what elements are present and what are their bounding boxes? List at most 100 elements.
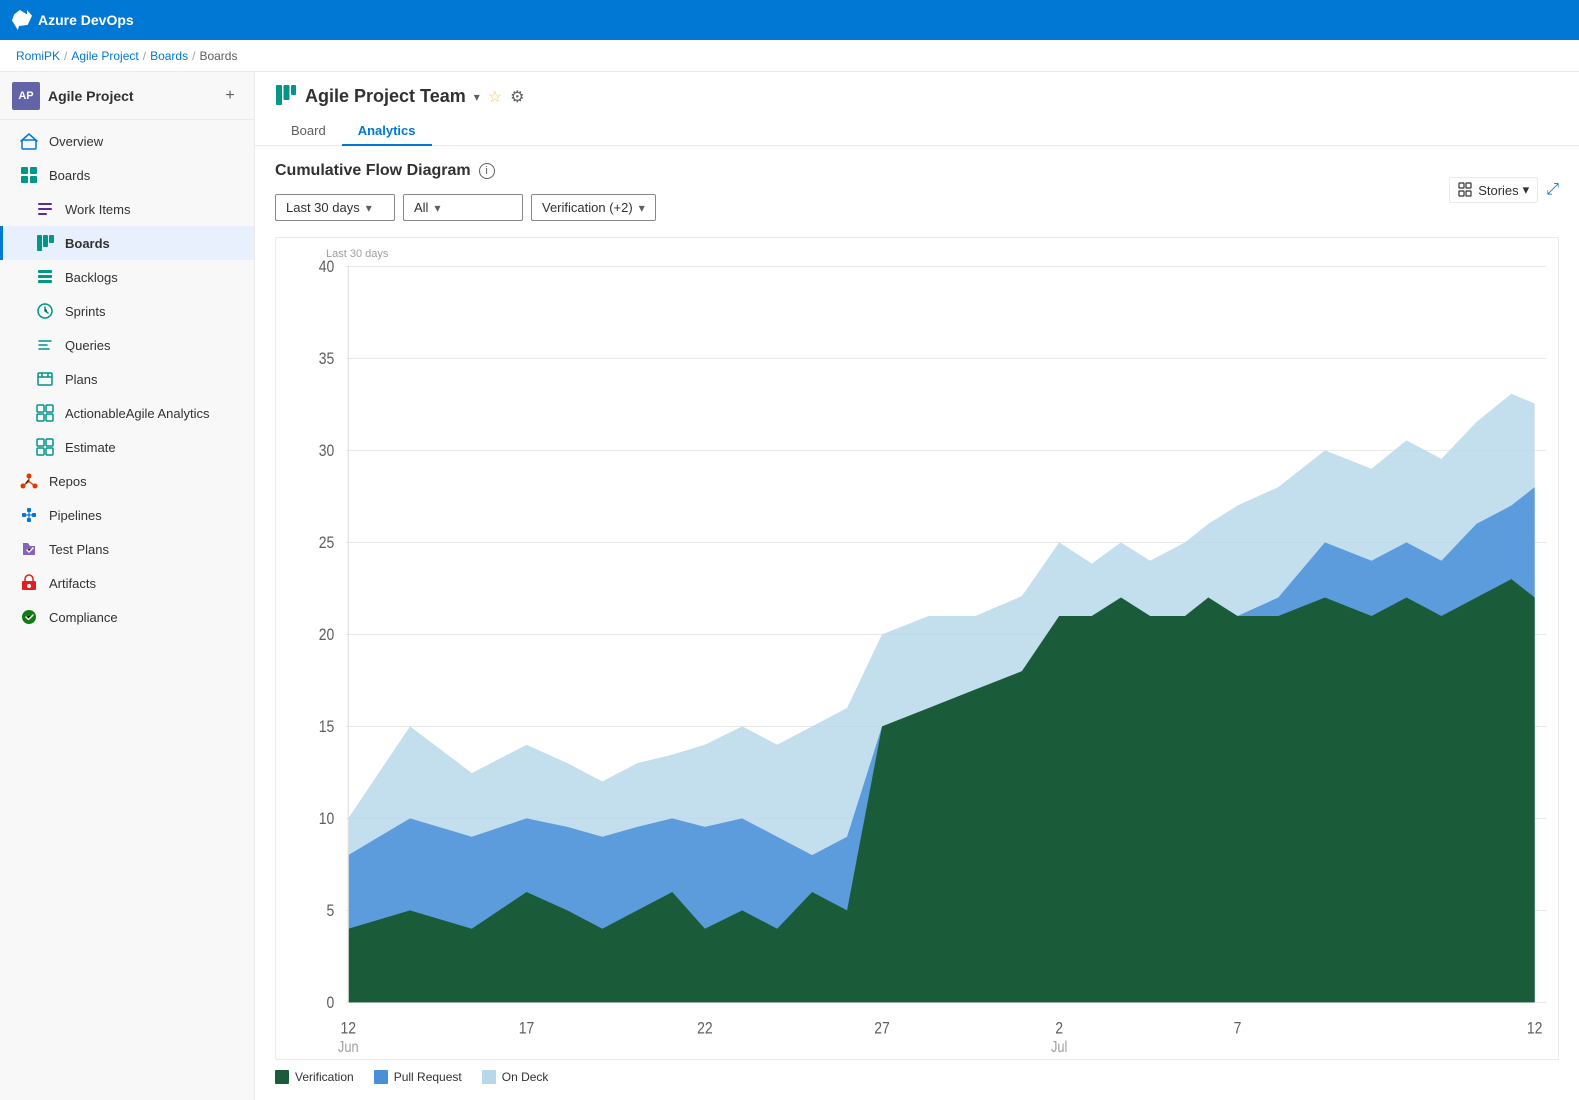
legend-pull-request: Pull Request	[374, 1070, 462, 1084]
project-name: Agile Project	[48, 88, 210, 104]
svg-text:12: 12	[340, 1019, 356, 1038]
content-area: Agile Project Team ▾ ☆ ⚙ Board Analytics…	[255, 72, 1579, 1100]
sidebar-item-queries[interactable]: Queries	[0, 328, 254, 362]
app-title: Azure DevOps	[38, 12, 134, 28]
queries-icon	[35, 335, 55, 355]
on-deck-color-swatch	[482, 1070, 496, 1084]
actionable-icon	[35, 403, 55, 423]
breadcrumb-boards[interactable]: Boards	[150, 49, 188, 63]
pipelines-icon	[19, 505, 39, 525]
top-bar: Azure DevOps	[0, 0, 1579, 40]
work-items-icon	[35, 199, 55, 219]
page-header: Agile Project Team ▾ ☆ ⚙ Board Analytics	[255, 72, 1579, 146]
svg-text:40: 40	[319, 258, 335, 277]
sidebar-label-artifacts: Artifacts	[49, 576, 96, 591]
svg-text:15: 15	[319, 718, 335, 737]
sidebar-label-work-items: Work Items	[65, 202, 131, 217]
main-layout: AP Agile Project + Overview Boards	[0, 72, 1579, 1100]
title-chevron-icon[interactable]: ▾	[474, 90, 480, 104]
repos-icon	[19, 471, 39, 491]
tab-analytics[interactable]: Analytics	[342, 117, 432, 146]
sidebar-label-sprints: Sprints	[65, 304, 105, 319]
sidebar-item-testplans[interactable]: Test Plans	[0, 532, 254, 566]
svg-text:25: 25	[319, 534, 335, 553]
chart-area: Cumulative Flow Diagram i Last 30 days ▾…	[255, 146, 1579, 1100]
breadcrumb-agile-project[interactable]: Agile Project	[71, 49, 138, 63]
info-icon[interactable]: i	[479, 163, 495, 179]
sidebar-label-testplans: Test Plans	[49, 542, 109, 557]
sidebar-item-estimate[interactable]: Estimate	[0, 430, 254, 464]
period-filter[interactable]: Last 30 days ▾	[275, 194, 395, 221]
sidebar-item-boards[interactable]: Boards	[0, 226, 254, 260]
swimlane-filter[interactable]: All ▾	[403, 194, 523, 221]
chart-period-label: Last 30 days	[326, 248, 388, 260]
sidebar-label-plans: Plans	[65, 372, 98, 387]
page-title-row: Agile Project Team ▾ ☆ ⚙	[275, 84, 1559, 109]
tab-board[interactable]: Board	[275, 117, 342, 146]
app-logo[interactable]: Azure DevOps	[12, 10, 134, 30]
sidebar-label-compliance: Compliance	[49, 610, 118, 625]
sidebar: AP Agile Project + Overview Boards	[0, 72, 255, 1100]
sidebar-item-backlogs[interactable]: Backlogs	[0, 260, 254, 294]
svg-text:0: 0	[326, 994, 334, 1013]
svg-text:35: 35	[319, 350, 335, 369]
columns-filter[interactable]: Verification (+2) ▾	[531, 194, 656, 221]
compliance-icon	[19, 607, 39, 627]
add-project-button[interactable]: +	[218, 84, 242, 108]
svg-text:22: 22	[697, 1019, 713, 1038]
breadcrumb-romipk[interactable]: RomiPK	[16, 49, 60, 63]
sidebar-label-queries: Queries	[65, 338, 111, 353]
sidebar-label-boards: Boards	[65, 236, 110, 251]
chart-legend: Verification Pull Request On Deck	[275, 1070, 1559, 1084]
svg-text:Jun: Jun	[338, 1039, 359, 1056]
sidebar-label-boards-section: Boards	[49, 168, 90, 183]
sidebar-label-estimate: Estimate	[65, 440, 116, 455]
sidebar-label-actionable: ActionableAgile Analytics	[65, 406, 210, 421]
chart-title-row: Cumulative Flow Diagram i	[275, 162, 1559, 180]
sidebar-label-repos: Repos	[49, 474, 87, 489]
boards-section-icon	[19, 165, 39, 185]
sidebar-label-backlogs: Backlogs	[65, 270, 118, 285]
swimlane-chevron-icon: ▾	[434, 201, 440, 215]
sidebar-label-pipelines: Pipelines	[49, 508, 102, 523]
columns-chevron-icon: ▾	[639, 201, 645, 215]
svg-text:7: 7	[1234, 1019, 1242, 1038]
svg-text:2: 2	[1055, 1019, 1063, 1038]
period-chevron-icon: ▾	[366, 201, 372, 215]
verification-color-swatch	[275, 1070, 289, 1084]
sidebar-section-boards[interactable]: Boards	[0, 158, 254, 192]
favorite-icon[interactable]: ☆	[488, 87, 502, 107]
boards-icon	[35, 233, 55, 253]
board-icon	[275, 84, 297, 109]
chart-container: Last 30 days 0	[275, 237, 1559, 1060]
sprints-icon	[35, 301, 55, 321]
sidebar-item-plans[interactable]: Plans	[0, 362, 254, 396]
sidebar-item-repos[interactable]: Repos	[0, 464, 254, 498]
sidebar-item-work-items[interactable]: Work Items	[0, 192, 254, 226]
chart-filters: Last 30 days ▾ All ▾ Verification (+2) ▾	[275, 194, 1559, 221]
project-avatar: AP	[12, 82, 40, 110]
svg-text:Jul: Jul	[1051, 1039, 1067, 1056]
page-tabs: Board Analytics	[275, 117, 1559, 145]
svg-text:30: 30	[319, 442, 335, 461]
svg-text:27: 27	[874, 1019, 890, 1038]
testplans-icon	[19, 539, 39, 559]
sidebar-item-sprints[interactable]: Sprints	[0, 294, 254, 328]
chart-svg: 0 5 10 15 20 25 30 35 40 12 Jun 17 22 27…	[276, 238, 1558, 1059]
artifacts-icon	[19, 573, 39, 593]
legend-pull-request-label: Pull Request	[394, 1070, 462, 1084]
svg-text:10: 10	[319, 810, 335, 829]
pull-request-color-swatch	[374, 1070, 388, 1084]
sidebar-item-artifacts[interactable]: Artifacts	[0, 566, 254, 600]
estimate-icon	[35, 437, 55, 457]
sidebar-item-compliance[interactable]: Compliance	[0, 600, 254, 634]
page-title: Agile Project Team	[305, 86, 466, 107]
sidebar-project-header: AP Agile Project +	[0, 72, 254, 120]
team-settings-icon[interactable]: ⚙	[510, 87, 524, 107]
sidebar-label-overview: Overview	[49, 134, 103, 149]
sidebar-item-pipelines[interactable]: Pipelines	[0, 498, 254, 532]
legend-on-deck-label: On Deck	[502, 1070, 549, 1084]
legend-on-deck: On Deck	[482, 1070, 549, 1084]
sidebar-item-overview[interactable]: Overview	[0, 124, 254, 158]
sidebar-item-actionable[interactable]: ActionableAgile Analytics	[0, 396, 254, 430]
